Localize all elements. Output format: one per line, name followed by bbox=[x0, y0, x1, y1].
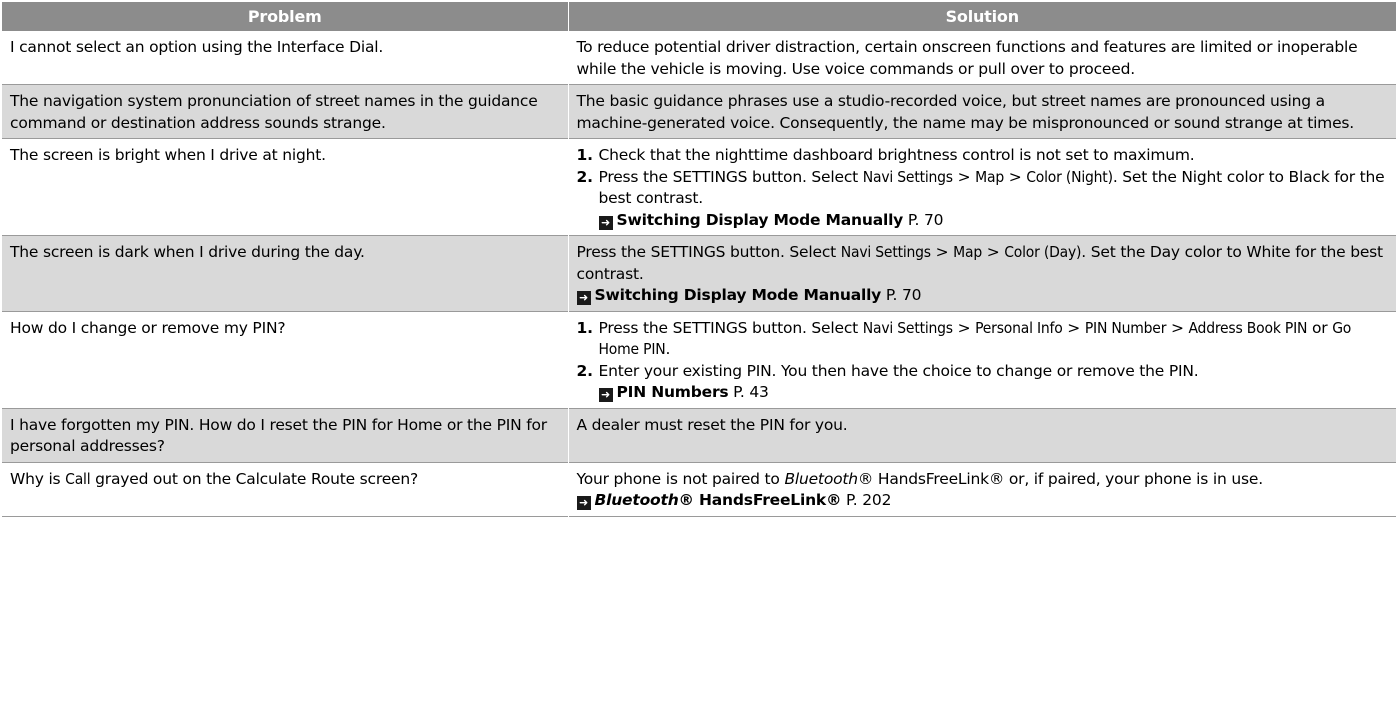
solution-text: Your phone is not paired to bbox=[576, 469, 785, 488]
menu-path-item: Call bbox=[65, 469, 91, 488]
step-text: Press the SETTINGS button. Select bbox=[598, 318, 863, 337]
path-separator: > bbox=[1166, 318, 1189, 337]
menu-path-item: Address Book PIN bbox=[1188, 318, 1308, 337]
arrow-ref-icon: ➜ bbox=[598, 388, 613, 402]
table-row: Why is Call grayed out on the Calculate … bbox=[2, 462, 1396, 516]
step-number: 2. bbox=[576, 361, 593, 380]
solution-step: 1. Press the SETTINGS button. Select Navi… bbox=[577, 318, 1389, 361]
reference-page: P. 43 bbox=[728, 383, 769, 401]
cross-reference-link[interactable]: ➜ Switching Display Mode Manually P. 70 bbox=[577, 210, 1389, 232]
solution-text: Press the SETTINGS button. Select bbox=[576, 243, 841, 261]
reference-page: P. 70 bbox=[881, 286, 922, 304]
solution-text: ® HandsFreeLink® or, if paired, your pho… bbox=[857, 469, 1263, 488]
table-header-row: Problem Solution bbox=[2, 2, 1396, 31]
menu-path-item: Map bbox=[975, 167, 1004, 186]
arrow-ref-icon: ➜ bbox=[576, 496, 591, 510]
cross-reference-link[interactable]: ➜ Switching Display Mode Manually P. 70 bbox=[576, 285, 1389, 307]
path-separator: > bbox=[952, 318, 976, 337]
problem-text: grayed out on the Calculate Route screen… bbox=[90, 469, 419, 488]
solution-cell: To reduce potential driver distraction, … bbox=[568, 31, 1396, 85]
arrow-ref-icon: ➜ bbox=[598, 215, 613, 230]
reference-page: P. 202 bbox=[841, 491, 892, 509]
arrow-ref-icon: ➜ bbox=[576, 291, 591, 305]
table-row: I cannot select an option using the Inte… bbox=[2, 31, 1396, 85]
problem-cell: The navigation system pronunciation of s… bbox=[2, 84, 569, 139]
table-row: I have forgotten my PIN. How do I reset … bbox=[2, 408, 1396, 462]
menu-path-item: Navi Settings bbox=[840, 243, 931, 261]
solution-step: 1. Check that the nighttime dashboard bri… bbox=[577, 145, 1389, 167]
step-text: Check that the nighttime dashboard brigh… bbox=[598, 146, 1195, 164]
table-row: The screen is dark when I drive during t… bbox=[2, 235, 1396, 311]
reference-title: ® HandsFreeLink® bbox=[678, 491, 842, 509]
menu-path-item: Map bbox=[953, 243, 982, 261]
solution-step: 2. Enter your existing PIN. You then have… bbox=[577, 361, 1389, 383]
problem-column-header: Problem bbox=[2, 2, 569, 31]
problem-cell: I cannot select an option using the Inte… bbox=[2, 31, 569, 85]
step-text: Press the SETTINGS button. Select bbox=[598, 167, 863, 186]
table-row: The navigation system pronunciation of s… bbox=[2, 84, 1396, 139]
menu-path-item: PIN Number bbox=[1084, 318, 1167, 337]
path-separator: > bbox=[1003, 167, 1027, 186]
reference-title: Switching Display Mode Manually bbox=[594, 286, 882, 304]
brand-name: Bluetooth bbox=[784, 469, 858, 488]
problem-cell: How do I change or remove my PIN? bbox=[2, 311, 569, 408]
table-row: The screen is bright when I drive at nig… bbox=[2, 138, 1396, 236]
menu-path-item: Color (Night) bbox=[1026, 167, 1113, 186]
reference-page: P. 70 bbox=[903, 210, 944, 229]
solution-cell: Press the SETTINGS button. Select Navi S… bbox=[568, 235, 1396, 311]
problem-cell: I have forgotten my PIN. How do I reset … bbox=[2, 408, 569, 462]
step-number: 1. bbox=[576, 146, 593, 164]
menu-path-item: Color (Day) bbox=[1004, 243, 1082, 261]
path-separator: > bbox=[952, 167, 976, 186]
solution-cell: A dealer must reset the PIN for you. bbox=[568, 408, 1396, 462]
solution-column-header: Solution bbox=[568, 2, 1396, 31]
step-text: . bbox=[665, 340, 671, 358]
step-number: 2. bbox=[576, 167, 593, 186]
menu-path-item: Personal Info bbox=[975, 318, 1063, 337]
path-separator: > bbox=[930, 243, 954, 261]
cross-reference-link[interactable]: ➜ Bluetooth® HandsFreeLink® P. 202 bbox=[576, 490, 1389, 512]
cross-reference-link[interactable]: ➜ PIN Numbers P. 43 bbox=[577, 382, 1389, 404]
reference-title: Switching Display Mode Manually bbox=[616, 210, 904, 229]
solution-cell: 1. Press the SETTINGS button. Select Navi… bbox=[568, 311, 1396, 408]
step-text: Enter your existing PIN. You then have t… bbox=[598, 361, 1199, 380]
table-row: How do I change or remove my PIN? 1. Pres… bbox=[2, 311, 1396, 408]
problem-cell: Why is Call grayed out on the Calculate … bbox=[2, 462, 569, 516]
problem-cell: The screen is dark when I drive during t… bbox=[2, 235, 569, 311]
reference-title: PIN Numbers bbox=[616, 383, 729, 401]
solution-cell: Your phone is not paired to Bluetooth® H… bbox=[568, 462, 1396, 516]
solution-cell: 1. Check that the nighttime dashboard bri… bbox=[568, 138, 1396, 236]
solution-step: 2. Press the SETTINGS button. Select Navi… bbox=[577, 167, 1389, 210]
path-separator: > bbox=[1062, 318, 1085, 337]
troubleshooting-table: Problem Solution I cannot select an opti… bbox=[2, 2, 1396, 517]
menu-path-item: Navi Settings bbox=[862, 167, 953, 186]
path-separator: > bbox=[981, 243, 1005, 261]
step-text: or bbox=[1307, 318, 1333, 337]
problem-cell: The screen is bright when I drive at nig… bbox=[2, 138, 569, 236]
step-number: 1. bbox=[576, 318, 593, 337]
problem-text: Why is bbox=[10, 469, 66, 488]
solution-cell: The basic guidance phrases use a studio-… bbox=[568, 84, 1396, 139]
reference-title: Bluetooth bbox=[594, 491, 679, 509]
menu-path-item: Navi Settings bbox=[862, 318, 953, 337]
